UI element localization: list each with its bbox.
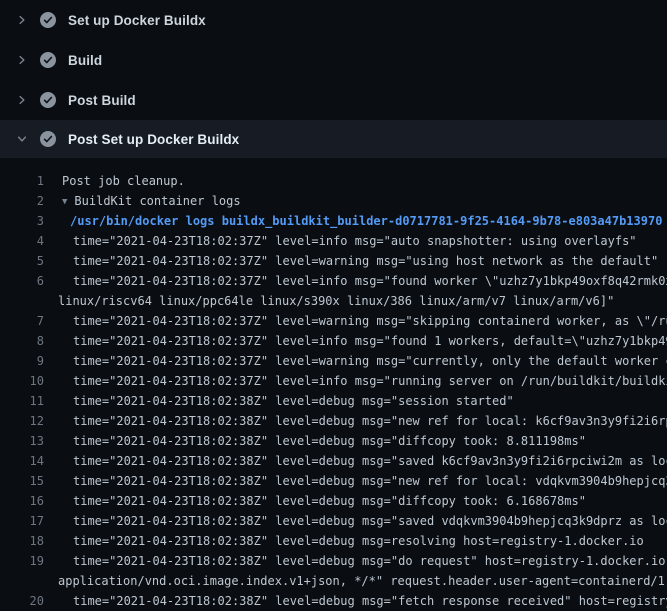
log-text: time="2021-04-23T18:02:38Z" level=debug … <box>44 531 644 551</box>
log-line-number[interactable]: 15 <box>0 471 44 491</box>
log-text: time="2021-04-23T18:02:38Z" level=debug … <box>44 451 667 471</box>
log-row: 17time="2021-04-23T18:02:38Z" level=debu… <box>0 511 667 531</box>
log-line-number[interactable]: 18 <box>0 531 44 551</box>
log-text: linux/riscv64 linux/ppc64le linux/s390x … <box>44 291 614 311</box>
log-row: 14time="2021-04-23T18:02:38Z" level=debu… <box>0 451 667 471</box>
log-row: 6time="2021-04-23T18:02:37Z" level=info … <box>0 271 667 291</box>
check-circle-icon <box>40 52 56 68</box>
log-line-number[interactable]: 12 <box>0 411 44 431</box>
log-text: time="2021-04-23T18:02:38Z" level=debug … <box>44 591 667 611</box>
log-text: time="2021-04-23T18:02:37Z" level=info m… <box>44 371 667 391</box>
log-line-number[interactable]: 16 <box>0 491 44 511</box>
log-text: time="2021-04-23T18:02:37Z" level=warnin… <box>44 311 667 331</box>
log-line-number[interactable]: 14 <box>0 451 44 471</box>
step-label: Set up Docker Buildx <box>68 13 206 28</box>
log-row: linux/riscv64 linux/ppc64le linux/s390x … <box>0 291 667 311</box>
log-row: 18time="2021-04-23T18:02:38Z" level=debu… <box>0 531 667 551</box>
chevron-right-icon <box>14 92 30 108</box>
log-text: time="2021-04-23T18:02:37Z" level=info m… <box>44 231 637 251</box>
log-text: time="2021-04-23T18:02:38Z" level=debug … <box>44 471 667 491</box>
log-row: application/vnd.oci.image.index.v1+json,… <box>0 571 667 591</box>
step-row-build[interactable]: Build <box>0 40 667 80</box>
log-line-number[interactable]: 17 <box>0 511 44 531</box>
collapse-triangle-icon[interactable]: ▼ <box>62 192 67 211</box>
log-text: time="2021-04-23T18:02:38Z" level=debug … <box>44 411 667 431</box>
log-command-text: /usr/bin/docker logs buildx_buildkit_bui… <box>44 211 662 231</box>
log-row: 19time="2021-04-23T18:02:38Z" level=debu… <box>0 551 667 571</box>
log-text: Post job cleanup. <box>44 171 185 191</box>
log-row: 15time="2021-04-23T18:02:38Z" level=debu… <box>0 471 667 491</box>
log-text: time="2021-04-23T18:02:38Z" level=debug … <box>44 491 586 511</box>
log-text: time="2021-04-23T18:02:37Z" level=info m… <box>44 331 667 351</box>
log-row: 9time="2021-04-23T18:02:37Z" level=warni… <box>0 351 667 371</box>
log-line-number[interactable]: 6 <box>0 271 44 291</box>
log-line-number[interactable]: 2 <box>0 191 44 211</box>
log-line-number[interactable]: 10 <box>0 371 44 391</box>
chevron-right-icon <box>14 12 30 28</box>
log-line-number[interactable]: 20 <box>0 591 44 611</box>
check-circle-icon <box>40 92 56 108</box>
step-row-post-set-up-docker-buildx[interactable]: Post Set up Docker Buildx <box>0 120 667 158</box>
log-row: 10time="2021-04-23T18:02:37Z" level=info… <box>0 371 667 391</box>
log-text: ▼ BuildKit container logs <box>44 191 241 211</box>
log-row: 12time="2021-04-23T18:02:38Z" level=debu… <box>0 411 667 431</box>
log-line-number[interactable]: 8 <box>0 331 44 351</box>
log-row: 5time="2021-04-23T18:02:37Z" level=warni… <box>0 251 667 271</box>
log-text: time="2021-04-23T18:02:37Z" level=info m… <box>44 271 667 291</box>
log-text: time="2021-04-23T18:02:38Z" level=debug … <box>44 431 586 451</box>
log-row: 7time="2021-04-23T18:02:37Z" level=warni… <box>0 311 667 331</box>
log-row: 13time="2021-04-23T18:02:38Z" level=debu… <box>0 431 667 451</box>
log-row: 8time="2021-04-23T18:02:37Z" level=info … <box>0 331 667 351</box>
log-group-row[interactable]: 2 ▼ BuildKit container logs <box>0 191 667 211</box>
check-circle-icon <box>40 131 56 147</box>
check-circle-icon <box>40 12 56 28</box>
chevron-right-icon <box>14 52 30 68</box>
log-line-number[interactable]: 13 <box>0 431 44 451</box>
chevron-down-icon <box>14 131 30 147</box>
step-label: Post Set up Docker Buildx <box>68 132 239 147</box>
group-label: BuildKit container logs <box>74 194 240 208</box>
log-text: time="2021-04-23T18:02:38Z" level=debug … <box>44 511 667 531</box>
log-rows: 1Post job cleanup.2 ▼ BuildKit container l… <box>0 158 667 611</box>
log-line-number[interactable]: 1 <box>0 171 44 191</box>
log-line-number[interactable]: 19 <box>0 551 44 571</box>
log-row: 16time="2021-04-23T18:02:38Z" level=debu… <box>0 491 667 511</box>
steps-list: Set up Docker Buildx Build Post Build Po… <box>0 0 667 158</box>
log-row: 20time="2021-04-23T18:02:38Z" level=debu… <box>0 591 667 611</box>
log-text: time="2021-04-23T18:02:38Z" level=debug … <box>44 391 514 411</box>
step-row-post-build[interactable]: Post Build <box>0 80 667 120</box>
log-line-number[interactable]: 7 <box>0 311 44 331</box>
log-line-number[interactable]: 3 <box>0 211 44 231</box>
step-label: Build <box>68 53 102 68</box>
log-row: 4time="2021-04-23T18:02:37Z" level=info … <box>0 231 667 251</box>
log-line-number[interactable]: 9 <box>0 351 44 371</box>
log-text: application/vnd.oci.image.index.v1+json,… <box>44 571 667 591</box>
log-text: time="2021-04-23T18:02:37Z" level=warnin… <box>44 351 667 371</box>
log-row: 3/usr/bin/docker logs buildx_buildkit_bu… <box>0 211 667 231</box>
step-label: Post Build <box>68 93 136 108</box>
log-row: 1Post job cleanup. <box>0 171 667 191</box>
log-line-number <box>0 291 44 311</box>
log-row: 11time="2021-04-23T18:02:38Z" level=debu… <box>0 391 667 411</box>
log-line-number[interactable]: 4 <box>0 231 44 251</box>
log-line-number[interactable]: 5 <box>0 251 44 271</box>
log-line-number[interactable]: 11 <box>0 391 44 411</box>
step-row-set-up-docker-buildx[interactable]: Set up Docker Buildx <box>0 0 667 40</box>
log-text: time="2021-04-23T18:02:38Z" level=debug … <box>44 551 667 571</box>
log-text: time="2021-04-23T18:02:37Z" level=warnin… <box>44 251 658 271</box>
log-line-number <box>0 571 44 591</box>
